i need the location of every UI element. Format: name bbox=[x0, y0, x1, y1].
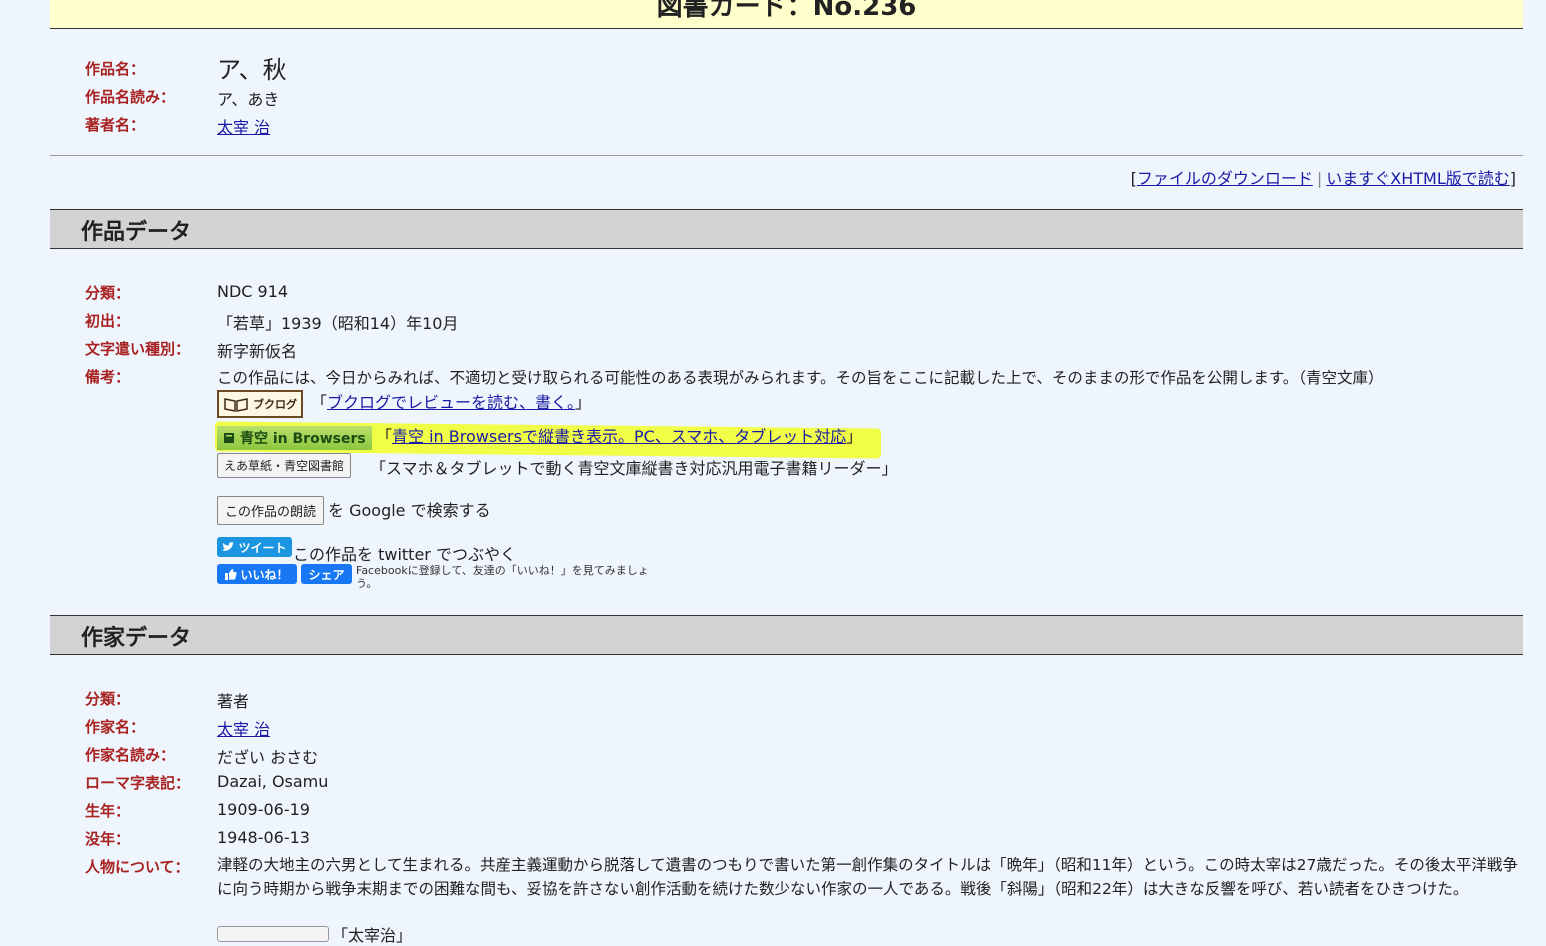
ezoshi-button[interactable]: えあ草紙・青空図書館 bbox=[217, 453, 352, 478]
book-icon bbox=[224, 433, 234, 443]
biography-text: 津軽の大地主の六男として生まれる。共産主義運動から脱落して遺書のつもりで書いた第… bbox=[217, 856, 1518, 898]
work-data-section-header: 作品データ bbox=[50, 209, 1523, 249]
author-name-link[interactable]: 太宰 治 bbox=[217, 716, 270, 740]
classification-value: NDC 914 bbox=[217, 282, 289, 301]
ezoshi-text: 「スマホ＆タブレットで動く青空文庫縦書き対応汎用電子書籍リーダー」 bbox=[370, 459, 898, 478]
rodoku-text: を Google で検索する bbox=[328, 501, 491, 520]
rodoku-button[interactable]: この作品の朗読 bbox=[217, 496, 325, 525]
author-booklog-badge[interactable] bbox=[217, 926, 329, 942]
author-name-label: 作家名： bbox=[85, 718, 146, 736]
bracket-close: ] bbox=[1509, 169, 1516, 188]
work-data-heading: 作品データ bbox=[81, 220, 192, 245]
card-header: 図書カード：No.236 bbox=[50, 0, 1523, 29]
classification-label: 分類： bbox=[85, 284, 131, 302]
author-bottom-link[interactable]: 「太宰治」 bbox=[332, 922, 412, 946]
author-link[interactable]: 太宰 治 bbox=[217, 114, 270, 138]
tweet-button-label: ツイート bbox=[238, 540, 287, 555]
biography-label: 人物について： bbox=[85, 858, 190, 876]
aozora-line: 「青空 in Browsersで縦書き表示。PC、スマホ、タブレット対応」 bbox=[376, 427, 863, 446]
author-data-section-header: 作家データ bbox=[50, 615, 1523, 655]
note-label: 備考： bbox=[85, 368, 131, 386]
booklog-line: 「ブクログでレビューを読む、書く。」 bbox=[311, 393, 592, 412]
facebook-like-button[interactable]: いいね！ bbox=[217, 564, 297, 584]
file-links: [ファイルのダウンロード | いますぐXHTML版で読む] bbox=[1131, 165, 1516, 189]
twitter-bird-icon bbox=[222, 542, 235, 551]
kana-type-label: 文字遣い種別： bbox=[85, 340, 191, 358]
booklog-badge[interactable]: ブクログ bbox=[217, 390, 303, 418]
author-data-heading: 作家データ bbox=[81, 626, 192, 651]
author-reading-value: だざい おさむ bbox=[217, 748, 319, 767]
first-published-label: 初出： bbox=[85, 312, 131, 330]
author-reading-label: 作家名読み： bbox=[85, 746, 176, 764]
share-button-label: シェア bbox=[308, 567, 345, 582]
facebook-share-button[interactable]: シェア bbox=[301, 564, 352, 584]
tweet-text: この作品を twitter でつぶやく bbox=[293, 545, 516, 564]
death-value: 1948-06-13 bbox=[217, 828, 310, 847]
booklog-link[interactable]: ブクログでレビューを読む、書く。 bbox=[327, 393, 575, 412]
divider bbox=[50, 155, 1523, 156]
page-title: 図書カード：No.236 bbox=[656, 0, 917, 22]
birth-value: 1909-06-19 bbox=[217, 800, 310, 819]
aozora-badge-label: 青空 in Browsers bbox=[240, 431, 366, 447]
author-roman-label: ローマ字表記： bbox=[85, 774, 191, 792]
death-label: 没年： bbox=[85, 830, 131, 848]
work-reading-label: 作品名読み： bbox=[85, 88, 176, 106]
facebook-prompt-text: Facebookに登録して、友達の「いいね！」を見てみましょう。 bbox=[356, 564, 649, 590]
ezoshi-row: えあ草紙・青空図書館 bbox=[217, 453, 352, 478]
like-button-label: いいね！ bbox=[240, 567, 289, 582]
thumbs-up-icon bbox=[225, 568, 238, 580]
link-separator: | bbox=[1316, 169, 1323, 188]
tweet-button[interactable]: ツイート bbox=[217, 537, 292, 557]
kana-type-value: 新字新仮名 bbox=[217, 342, 298, 361]
author-class-label: 分類： bbox=[85, 690, 131, 708]
first-published-value: 「若草」1939（昭和14）年10月 bbox=[217, 314, 459, 333]
work-title: ア、秋 bbox=[217, 56, 287, 84]
download-link[interactable]: ファイルのダウンロード bbox=[1137, 169, 1313, 188]
rodoku-row: この作品の朗読 bbox=[217, 496, 325, 525]
author-label: 著者名： bbox=[85, 116, 146, 134]
xhtml-link[interactable]: いますぐXHTML版で読む bbox=[1326, 169, 1510, 188]
booklog-badge-label: ブクログ bbox=[253, 398, 297, 411]
book-icon bbox=[224, 398, 248, 412]
aozora-in-browsers-badge[interactable]: 青空 in Browsers bbox=[217, 426, 372, 450]
note-text: この作品には、今日からみれば、不適切と受け取られる可能性のある表現がみられます。… bbox=[217, 369, 1384, 387]
aozora-link[interactable]: 青空 in Browsersで縦書き表示。PC、スマホ、タブレット対応 bbox=[392, 427, 846, 446]
author-class-value: 著者 bbox=[217, 692, 250, 711]
birth-label: 生年： bbox=[85, 802, 131, 820]
work-reading: ア、あき bbox=[217, 90, 280, 109]
author-roman-value: Dazai, Osamu bbox=[217, 772, 329, 791]
work-title-label: 作品名： bbox=[85, 60, 146, 78]
